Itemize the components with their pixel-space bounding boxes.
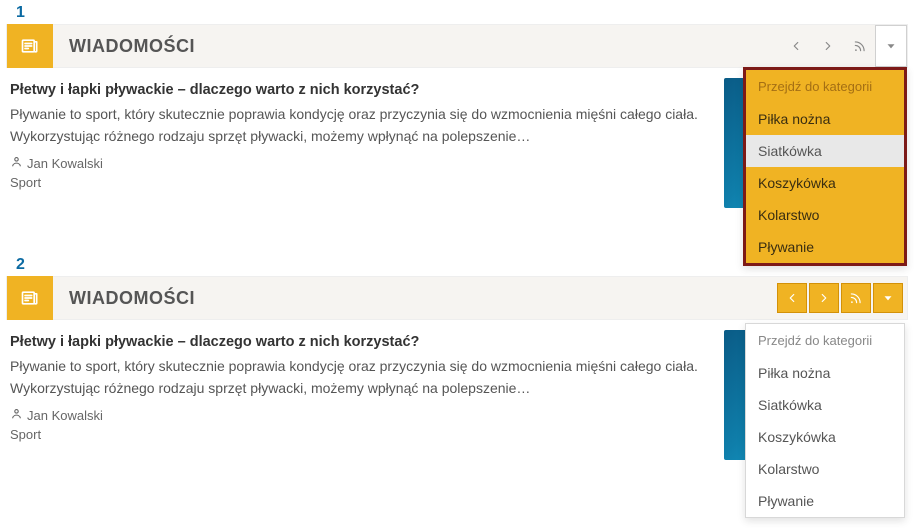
user-icon [10,155,23,171]
category-dropdown-toggle[interactable] [875,25,907,67]
next-button[interactable] [809,283,839,313]
rss-button[interactable] [841,283,871,313]
news-widget-variant-1: WIADOMOŚCI Przejdź do kategorii Piłka no… [6,24,908,238]
category-menu-item[interactable]: Kolarstwo [746,453,904,485]
article-category[interactable]: Sport [10,423,712,442]
article-excerpt: Pływanie to sport, który skutecznie popr… [10,356,712,399]
category-menu-header: Przejdź do kategorii [746,70,904,103]
widget-title: WIADOMOŚCI [53,288,195,309]
news-icon [7,276,53,320]
widget-title: WIADOMOŚCI [53,36,195,57]
category-menu-item[interactable]: Koszykówka [746,421,904,453]
category-menu-item[interactable]: Kolarstwo [746,199,904,231]
article-meta: Jan Kowalski Sport [10,147,712,190]
category-menu-item[interactable]: Pływanie [746,485,904,517]
author-name: Jan Kowalski [27,156,103,171]
category-menu: Przejdź do kategorii Piłka nożna Siatków… [743,67,907,266]
category-dropdown-toggle[interactable] [873,283,903,313]
article-body: Płetwy i łapki pływackie – dlaczego wart… [10,78,724,238]
category-menu-item[interactable]: Piłka nożna [746,357,904,389]
article-title[interactable]: Płetwy i łapki pływackie – dlaczego wart… [10,78,712,104]
variant-label-1: 1 [0,0,914,24]
category-menu-item[interactable]: Koszykówka [746,167,904,199]
news-icon [7,24,53,68]
user-icon [10,407,23,423]
prev-button[interactable] [777,283,807,313]
category-menu-item[interactable]: Siatkówka [746,135,904,167]
prev-button[interactable] [779,25,811,67]
header-controls [779,25,907,67]
category-menu-item[interactable]: Siatkówka [746,389,904,421]
article-category[interactable]: Sport [10,171,712,190]
widget-header: WIADOMOŚCI Przejdź do kategorii Piłka no… [6,24,908,68]
article-author[interactable]: Jan Kowalski [10,407,712,423]
category-menu-header: Przejdź do kategorii [746,324,904,357]
article-title[interactable]: Płetwy i łapki pływackie – dlaczego wart… [10,330,712,356]
header-controls [777,283,907,313]
category-menu-item[interactable]: Pływanie [746,231,904,263]
article-author[interactable]: Jan Kowalski [10,155,712,171]
widget-header: WIADOMOŚCI Przejdź do kategorii Piłka no… [6,276,908,320]
category-menu-item[interactable]: Piłka nożna [746,103,904,135]
category-menu: Przejdź do kategorii Piłka nożna Siatków… [745,323,905,518]
news-widget-variant-2: WIADOMOŚCI Przejdź do kategorii Piłka no… [6,276,908,490]
author-name: Jan Kowalski [27,408,103,423]
article-meta: Jan Kowalski Sport [10,399,712,442]
article-body: Płetwy i łapki pływackie – dlaczego wart… [10,330,724,490]
next-button[interactable] [811,25,843,67]
rss-button[interactable] [843,25,875,67]
article-excerpt: Pływanie to sport, który skutecznie popr… [10,104,712,147]
